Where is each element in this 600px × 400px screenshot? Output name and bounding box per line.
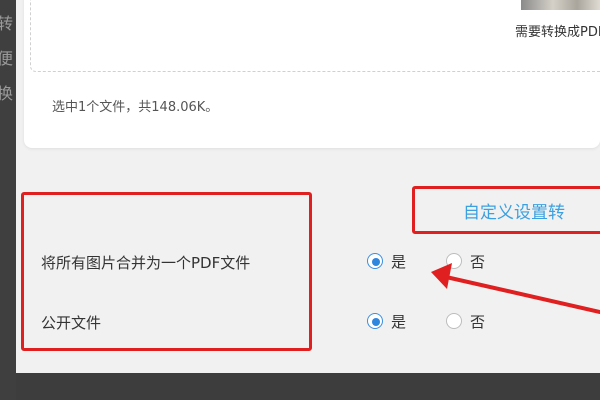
annotation-arrow-icon — [431, 263, 600, 314]
